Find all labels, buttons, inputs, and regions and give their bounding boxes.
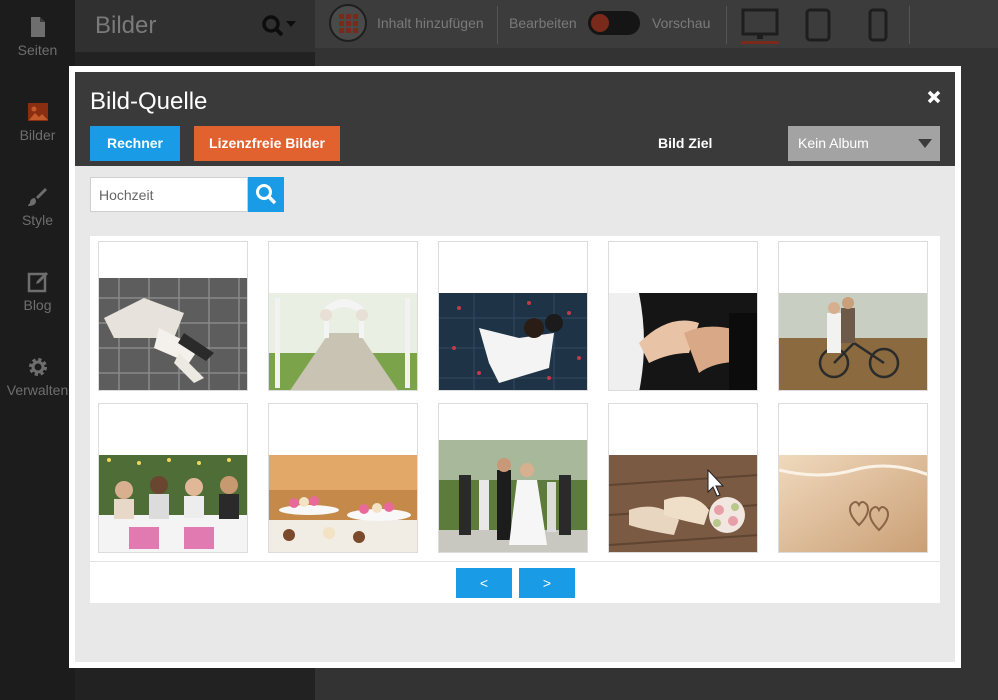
image-results-grid: < > xyxy=(90,236,940,603)
grid-icon xyxy=(339,14,358,33)
image-thumbnail-bridal-shoes[interactable] xyxy=(608,403,758,553)
rail-item-style[interactable]: Style xyxy=(0,186,75,228)
toolbar-divider xyxy=(497,6,498,44)
mobile-view-icon[interactable] xyxy=(868,8,888,42)
add-content-label[interactable]: Inhalt hinzufügen xyxy=(377,15,484,31)
left-rail: Seiten Bilder Style Blog Verwalten xyxy=(0,0,75,700)
gear-icon xyxy=(28,358,47,376)
thumbnail-image xyxy=(269,455,417,552)
caret-down-icon xyxy=(918,139,932,148)
image-target-label: Bild Ziel xyxy=(658,135,713,151)
album-select-value: Kein Album xyxy=(798,135,869,151)
search-dropdown-icon[interactable] xyxy=(260,13,300,39)
image-thumbnail-ring-hand[interactable] xyxy=(608,241,758,391)
rail-label: Style xyxy=(21,212,54,228)
image-thumbnail-hearts-sand[interactable] xyxy=(778,403,928,553)
image-thumbnail-couple-petals[interactable] xyxy=(438,241,588,391)
edit-icon xyxy=(27,272,48,293)
image-thumbnail-party-friends[interactable] xyxy=(98,403,248,553)
image-thumbnail-couple-guests[interactable] xyxy=(438,403,588,553)
thumbnail-image xyxy=(609,455,757,552)
rail-item-bilder[interactable]: Bilder xyxy=(0,101,75,143)
stock-images-button[interactable]: Lizenzfreie Bilder xyxy=(194,126,340,161)
top-toolbar: Inhalt hinzufügen Bearbeiten Vorschau xyxy=(315,0,998,48)
image-thumbnail-couple-bicycle[interactable] xyxy=(778,241,928,391)
album-select[interactable]: Kein Album xyxy=(788,126,940,161)
grid-divider xyxy=(90,561,940,562)
image-source-dialog: Bild-Quelle Rechner Lizenzfreie Bilder B… xyxy=(69,66,961,668)
toolbar-divider xyxy=(726,6,727,44)
thumbnail-image xyxy=(439,440,587,552)
search-button[interactable] xyxy=(248,177,284,212)
desktop-view-icon[interactable] xyxy=(739,8,781,44)
preview-mode-label: Vorschau xyxy=(652,15,711,31)
rail-label: Seiten xyxy=(17,42,58,58)
image-icon xyxy=(27,103,48,121)
rail-label: Verwalten xyxy=(6,382,69,398)
previous-page-button[interactable]: < xyxy=(456,568,512,598)
thumbnail-image xyxy=(269,293,417,390)
computer-source-button[interactable]: Rechner xyxy=(90,126,180,161)
add-content-button[interactable] xyxy=(329,4,367,42)
page-icon xyxy=(30,17,45,37)
search-icon xyxy=(256,184,277,205)
image-thumbnail-garden-aisle[interactable] xyxy=(268,241,418,391)
toggle-knob xyxy=(591,14,609,32)
thumbnail-image xyxy=(609,293,757,390)
next-page-button[interactable]: > xyxy=(519,568,575,598)
image-thumbnail-cupcake-table[interactable] xyxy=(268,403,418,553)
brush-icon xyxy=(27,188,47,206)
rail-item-verwalten[interactable]: Verwalten xyxy=(0,356,75,398)
thumbnail-image xyxy=(99,278,247,390)
dialog-header: Bild-Quelle Rechner Lizenzfreie Bilder B… xyxy=(75,72,955,166)
thumbnail-image xyxy=(779,455,927,552)
toolbar-divider xyxy=(909,6,910,44)
rail-label: Blog xyxy=(23,297,52,313)
thumbnail-image xyxy=(779,293,927,390)
thumbnail-image xyxy=(99,455,247,552)
rail-item-seiten[interactable]: Seiten xyxy=(0,16,75,58)
thumbnail-image xyxy=(439,293,587,390)
image-thumbnail-smashed-cake[interactable] xyxy=(98,241,248,391)
images-panel-title: Bilder xyxy=(95,12,157,39)
dialog-title: Bild-Quelle xyxy=(90,88,208,115)
tablet-view-icon[interactable] xyxy=(805,8,831,42)
edit-preview-toggle[interactable] xyxy=(588,11,640,35)
rail-label: Bilder xyxy=(19,127,56,143)
edit-mode-label: Bearbeiten xyxy=(509,15,577,31)
search-input[interactable] xyxy=(90,177,248,212)
close-icon[interactable] xyxy=(926,89,942,105)
images-panel-header: Bilder xyxy=(75,0,315,52)
rail-item-blog[interactable]: Blog xyxy=(0,271,75,313)
dialog-body: < > xyxy=(75,166,955,662)
